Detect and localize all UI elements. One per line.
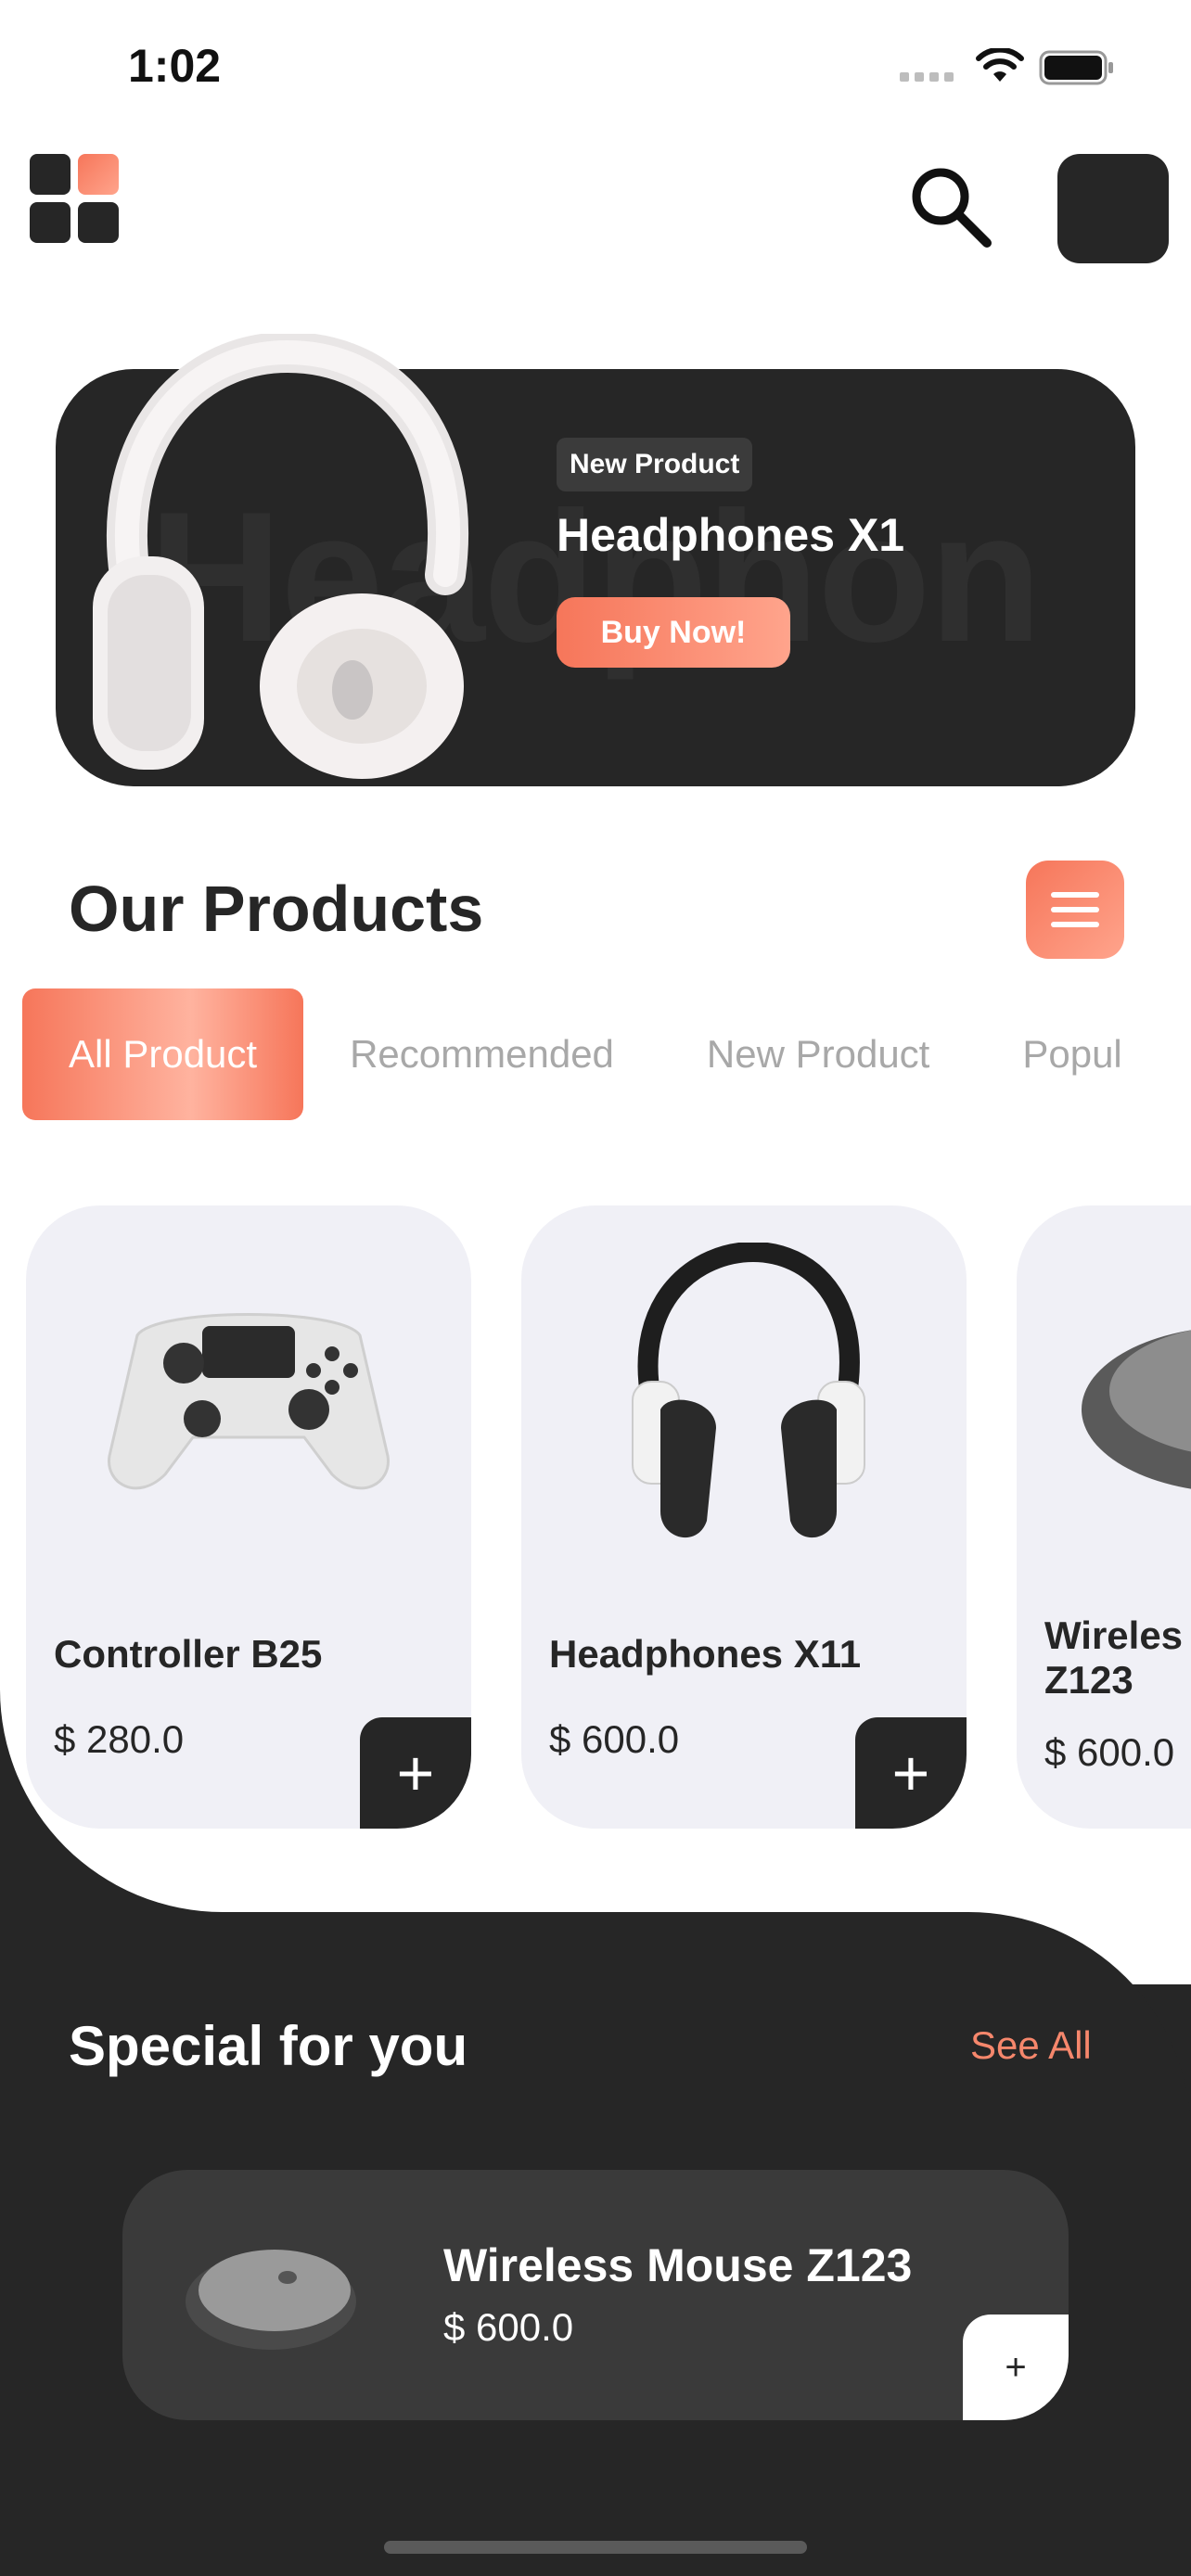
headphones-image [93, 334, 469, 779]
home-indicator[interactable] [384, 2541, 807, 2554]
product-card-headphones[interactable]: Headphones X11 $ 600.0 + [521, 1205, 967, 1829]
product-name: Wireles Z123 [1044, 1613, 1184, 1702]
product-card-controller[interactable]: Controller B25 $ 280.0 + [26, 1205, 471, 1829]
category-tabs: All Product Recommended New Product Popu… [22, 988, 1169, 1120]
special-product-price: $ 600.0 [443, 2305, 574, 2349]
add-to-cart-button[interactable]: + [855, 1717, 967, 1829]
avatar[interactable] [1057, 154, 1169, 263]
tab-new-product[interactable]: New Product [660, 988, 976, 1120]
wifi-icon [976, 48, 1024, 82]
new-product-badge: New Product [557, 438, 753, 491]
status-time: 1:02 [128, 40, 222, 92]
tab-recommended[interactable]: Recommended [303, 988, 660, 1120]
product-name: Headphones X11 [549, 1632, 862, 1676]
headphones-image [632, 1243, 865, 1538]
product-name: Controller B25 [54, 1632, 323, 1676]
see-all-link[interactable]: See All [970, 2023, 1092, 2068]
cellular-signal-icon [900, 72, 954, 82]
add-to-cart-button[interactable]: + [360, 1717, 471, 1829]
tab-all-product[interactable]: All Product [22, 988, 304, 1120]
special-section-title: Special for you [69, 2015, 468, 2077]
grid-menu-icon[interactable] [30, 154, 122, 247]
special-product-name: Wireless Mouse Z123 [443, 2239, 913, 2291]
banner-title: Headphones X1 [557, 509, 905, 561]
mouse-image [186, 2250, 356, 2350]
special-product-card[interactable]: Wireless Mouse Z123 $ 600.0 + [122, 2170, 1069, 2420]
buy-now-button[interactable]: Buy Now! [557, 597, 790, 668]
mouse-image [1082, 1330, 1191, 1489]
product-card-mouse[interactable]: Wireles Z123 $ 600.0 [1017, 1205, 1191, 1829]
tab-popular[interactable]: Popul [976, 988, 1168, 1120]
product-price: $ 600.0 [549, 1717, 680, 1761]
filter-menu-button[interactable] [1026, 861, 1124, 959]
app-screen: 1:02 Headphon New Product Headphones X1 … [0, 0, 1191, 2576]
product-price: $ 280.0 [54, 1717, 185, 1761]
product-price: $ 600.0 [1044, 1730, 1175, 1774]
search-icon[interactable] [907, 163, 994, 250]
controller-image [108, 1313, 390, 1490]
section-title: Our Products [69, 873, 484, 945]
battery-icon [1039, 50, 1113, 85]
